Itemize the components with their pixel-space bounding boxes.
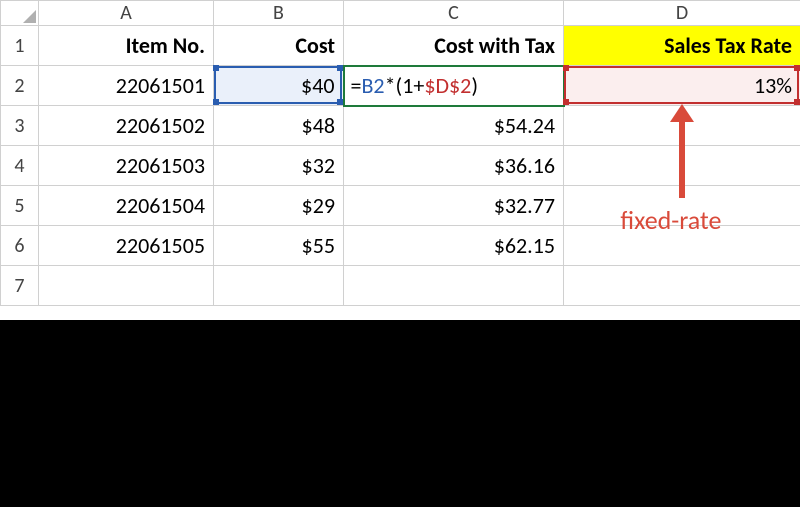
cell-C7[interactable] (344, 266, 564, 306)
cell-B5[interactable]: $29 (214, 186, 344, 226)
cell-D7[interactable] (564, 266, 800, 306)
cell-B7[interactable] (214, 266, 344, 306)
row-header-3[interactable]: 3 (1, 106, 39, 146)
cell-B3[interactable]: $48 (214, 106, 344, 146)
cell-C2-formula[interactable]: =B2*(1+$D$2) (344, 66, 564, 106)
cell-A5[interactable]: 22061504 (39, 186, 214, 226)
cell-A6[interactable]: 22061505 (39, 226, 214, 266)
col-header-A[interactable]: A (39, 1, 214, 26)
row-header-2[interactable]: 2 (1, 66, 39, 106)
select-all-corner[interactable] (1, 1, 39, 26)
cell-B1[interactable]: Cost (214, 26, 344, 66)
row-header-1[interactable]: 1 (1, 26, 39, 66)
cell-C3[interactable]: $54.24 (344, 106, 564, 146)
cell-C1[interactable]: Cost with Tax (344, 26, 564, 66)
formula-close: ) (471, 72, 478, 99)
cell-B4[interactable]: $32 (214, 146, 344, 186)
cell-A7[interactable] (39, 266, 214, 306)
row-header-7[interactable]: 7 (1, 266, 39, 306)
cell-B2[interactable]: $40 (214, 66, 344, 106)
annotation-label: fixed-rate (620, 204, 721, 236)
cell-A4[interactable]: 22061503 (39, 146, 214, 186)
row-header-5[interactable]: 5 (1, 186, 39, 226)
row-header-4[interactable]: 4 (1, 146, 39, 186)
cell-A3[interactable]: 22061502 (39, 106, 214, 146)
cell-C6[interactable]: $62.15 (344, 226, 564, 266)
formula-ref-D2: $D$2 (424, 72, 471, 99)
cell-C4[interactable]: $36.16 (344, 146, 564, 186)
col-header-B[interactable]: B (214, 1, 344, 26)
cell-D2[interactable]: 13% (564, 66, 800, 106)
cell-B6[interactable]: $55 (214, 226, 344, 266)
cell-A1[interactable]: Item No. (39, 26, 214, 66)
formula-eq: = (351, 72, 362, 99)
cell-A2[interactable]: 22061501 (39, 66, 214, 106)
row-header-6[interactable]: 6 (1, 226, 39, 266)
spreadsheet-area: A B C D 1 Item No. Cost Cost with Tax Sa… (0, 0, 800, 320)
annotation-arrow-icon (679, 118, 685, 198)
formula-op: *(1+ (385, 72, 425, 99)
col-header-D[interactable]: D (564, 1, 800, 26)
formula-ref-B2: B2 (361, 72, 384, 99)
col-header-C[interactable]: C (344, 1, 564, 26)
cell-C5[interactable]: $32.77 (344, 186, 564, 226)
cell-D1[interactable]: Sales Tax Rate (564, 26, 800, 66)
